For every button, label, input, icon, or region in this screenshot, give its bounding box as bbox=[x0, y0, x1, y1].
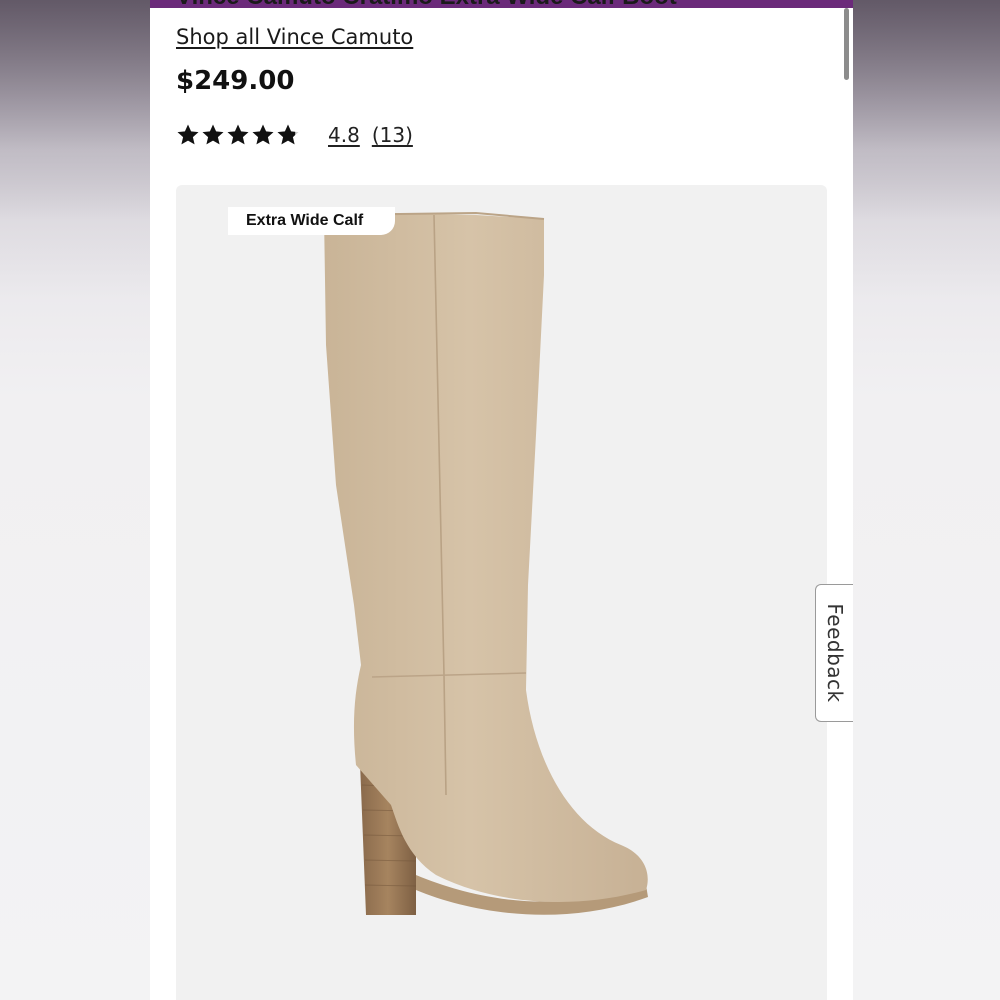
star-icon bbox=[252, 124, 274, 145]
star-icon bbox=[202, 124, 224, 145]
star-icon bbox=[177, 124, 199, 145]
feedback-label: Feedback bbox=[822, 603, 847, 703]
rating-row[interactable]: 4.8 (13) bbox=[176, 120, 413, 150]
feedback-tab[interactable]: Feedback bbox=[815, 584, 853, 722]
review-count-link[interactable]: (13) bbox=[372, 123, 413, 147]
rating-value-link[interactable]: 4.8 bbox=[328, 123, 360, 147]
star-partial-icon bbox=[277, 124, 299, 145]
extra-wide-calf-badge: Extra Wide Calf bbox=[228, 207, 396, 235]
shop-all-brand-link[interactable]: Shop all Vince Camuto bbox=[176, 25, 413, 49]
scrollbar[interactable] bbox=[844, 8, 849, 80]
product-page: Vince Camuto Cratimo Extra Wide Calf Boo… bbox=[150, 0, 853, 1000]
product-image-card[interactable]: Extra Wide Calf bbox=[176, 185, 827, 1000]
star-rating bbox=[176, 123, 300, 147]
product-title: Vince Camuto Cratimo Extra Wide Calf Boo… bbox=[176, 0, 816, 8]
background-blur-left bbox=[0, 0, 150, 1000]
boot-product-image bbox=[323, 211, 648, 915]
product-price: $249.00 bbox=[176, 66, 295, 96]
background-blur-right bbox=[853, 0, 1000, 1000]
star-icon bbox=[227, 124, 249, 145]
